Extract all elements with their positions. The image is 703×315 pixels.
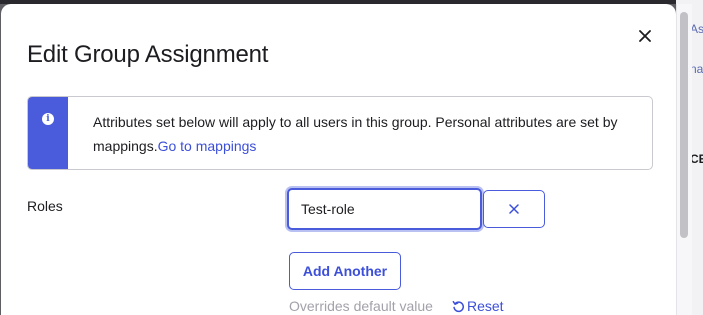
- go-to-mappings-link[interactable]: Go to mappings: [158, 138, 257, 154]
- dialog-title: Edit Group Assignment: [27, 41, 269, 68]
- reset-label: Reset: [467, 298, 504, 314]
- close-icon: [509, 204, 519, 214]
- add-another-button[interactable]: Add Another: [289, 252, 401, 290]
- remove-role-button[interactable]: [483, 190, 545, 228]
- close-dialog-button[interactable]: [632, 23, 658, 49]
- reset-link[interactable]: Reset: [452, 298, 504, 314]
- info-icon: i: [42, 113, 54, 125]
- reset-icon: [452, 300, 465, 312]
- close-icon: [639, 30, 651, 42]
- info-callout: i Attributes set below will apply to all…: [27, 96, 653, 170]
- scrollbar-thumb[interactable]: [680, 12, 688, 238]
- role-value-input[interactable]: [287, 188, 482, 230]
- roles-label: Roles: [27, 198, 63, 214]
- callout-message: Attributes set below will apply to all u…: [93, 110, 638, 158]
- overrides-default-note: Overrides default value: [289, 298, 433, 314]
- callout-accent-bar: i: [28, 97, 68, 169]
